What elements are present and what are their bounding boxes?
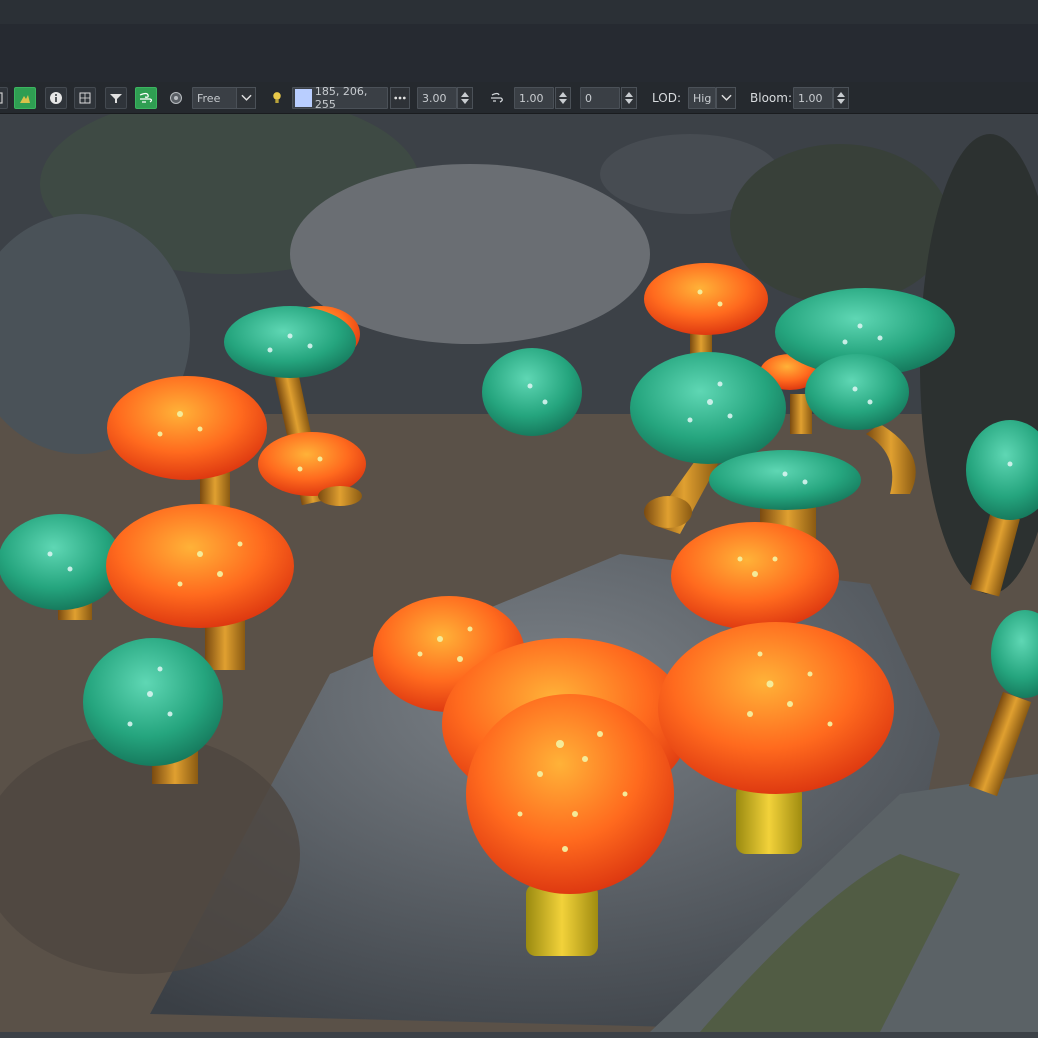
wind-offset-stepper[interactable]	[621, 87, 637, 109]
header-band	[0, 24, 1038, 83]
title-band	[0, 0, 1038, 25]
bloom-stepper[interactable]	[833, 87, 849, 109]
wind-strength-icon-button	[487, 87, 507, 109]
wind-small-icon	[491, 92, 503, 103]
intensity-input[interactable]: 3.00	[417, 87, 457, 109]
3d-viewport[interactable]	[0, 114, 1038, 1032]
globe-icon	[170, 92, 182, 104]
status-strip	[0, 1032, 1038, 1038]
light-color-swatch[interactable]	[295, 89, 312, 107]
info-button[interactable]	[45, 87, 67, 109]
wind-button[interactable]	[135, 87, 157, 109]
grid-button[interactable]	[74, 87, 96, 109]
mode-select-arrow[interactable]	[236, 87, 256, 109]
scene-render	[0, 114, 1038, 1032]
more-icon	[394, 96, 406, 100]
grid-icon	[79, 92, 91, 104]
intensity-value: 3.00	[422, 91, 447, 105]
wind-offset-value: 0	[585, 91, 592, 105]
lod-label: LOD:	[652, 91, 681, 105]
light-color-field[interactable]: 185, 206, 255	[292, 85, 388, 111]
intensity-stepper[interactable]	[457, 87, 473, 109]
color-picker-more-button[interactable]	[390, 87, 410, 109]
wind-offset-input[interactable]: 0	[580, 87, 620, 109]
mode-select[interactable]: Free	[192, 87, 238, 109]
bloom-input[interactable]: 1.00	[793, 87, 833, 109]
filter-button[interactable]	[105, 87, 127, 109]
terrain-button[interactable]	[14, 87, 36, 109]
panel-icon[interactable]	[0, 87, 8, 109]
chevron-down-icon	[240, 94, 252, 101]
lod-select-value: Hig	[693, 91, 712, 105]
globe-button[interactable]	[167, 87, 185, 109]
bulb-icon	[273, 92, 281, 103]
wind-strength-stepper[interactable]	[555, 87, 571, 109]
wind-icon	[139, 92, 153, 103]
terrain-icon	[20, 95, 30, 103]
lod-select-arrow[interactable]	[716, 87, 736, 109]
bloom-value: 1.00	[798, 91, 823, 105]
lod-select[interactable]: Hig	[688, 87, 716, 109]
chevron-down-icon	[720, 94, 732, 101]
wind-strength-input[interactable]: 1.00	[514, 87, 554, 109]
filter-icon	[110, 94, 122, 103]
light-color-value: 185, 206, 255	[314, 85, 368, 111]
mode-select-value: Free	[197, 91, 221, 105]
info-icon	[50, 92, 62, 104]
light-toggle[interactable]	[268, 87, 286, 109]
bloom-label: Bloom:	[750, 91, 792, 105]
wind-strength-value: 1.00	[519, 91, 544, 105]
viewport-toolbar: Free 185, 206, 255 3.00 1.00 0 LOD: Hig …	[0, 82, 1038, 114]
